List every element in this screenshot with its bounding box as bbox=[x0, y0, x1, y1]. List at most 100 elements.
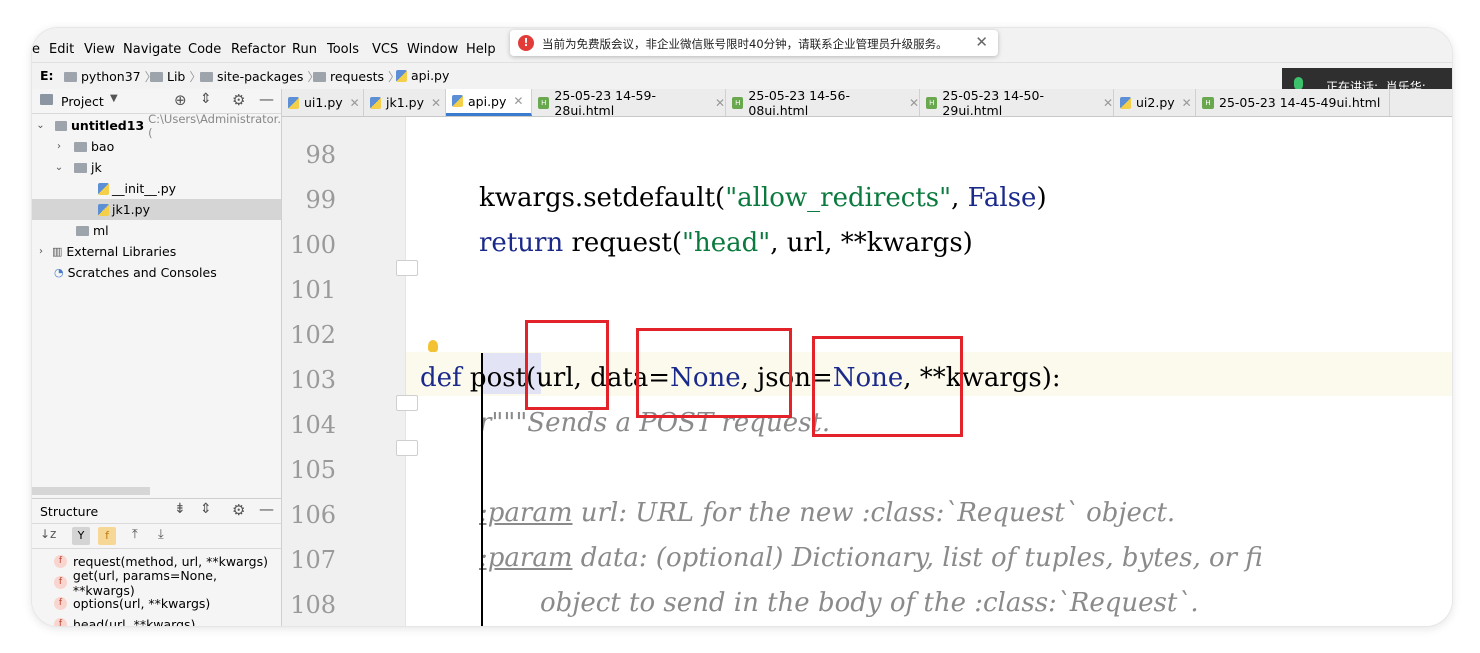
tree-item-external-libraries[interactable]: › ▥ External Libraries bbox=[32, 241, 281, 262]
chevron-right-icon[interactable]: › bbox=[34, 246, 48, 257]
tab-html-145608[interactable]: H 25-05-23 14-56-08ui.html ✕ bbox=[726, 88, 920, 118]
python-file-icon bbox=[288, 96, 299, 109]
code-line-100: return request("head", url, **kwargs) bbox=[479, 228, 973, 258]
tree-item-jk1-py[interactable]: jk1.py bbox=[32, 199, 281, 220]
html-file-icon: H bbox=[1202, 96, 1214, 109]
function-icon: f bbox=[54, 576, 67, 589]
minimize-icon[interactable]: — bbox=[259, 90, 274, 108]
gear-icon[interactable]: ⚙ bbox=[232, 501, 245, 519]
editor-tabs: ui1.py ✕ jk1.py ✕ api.py ✕ H 25-05-23 14-59-… bbox=[282, 88, 1452, 118]
menu-navigate[interactable]: Navigate bbox=[123, 42, 181, 57]
structure-panel-header: Structure ⇟ ⇕ ⚙ — bbox=[32, 499, 281, 524]
code-line-107: :param data: (optional) Dictionary, list… bbox=[479, 543, 1263, 573]
fold-marker-icon[interactable] bbox=[396, 440, 418, 456]
close-icon[interactable]: ✕ bbox=[431, 96, 441, 110]
text-caret bbox=[481, 353, 483, 626]
minimize-icon[interactable]: — bbox=[259, 500, 274, 518]
meeting-notice-toast: ! 当前为免费版会议，非企业微信账号限时40分钟，请联系企业管理员升级服务。 ✕ bbox=[510, 30, 998, 56]
code-editor[interactable]: 98 99 100 101 102 103 104 105 106 107 10… bbox=[282, 117, 1452, 626]
collapse-all-icon[interactable]: ⇕ bbox=[200, 501, 212, 517]
close-icon[interactable]: ✕ bbox=[909, 96, 919, 110]
line-number: 102 bbox=[290, 321, 336, 349]
fold-marker-icon[interactable] bbox=[396, 260, 418, 276]
close-icon[interactable]: ✕ bbox=[513, 94, 523, 108]
fold-marker-icon[interactable] bbox=[396, 395, 418, 411]
structure-item[interactable]: f head(url, **kwargs) bbox=[54, 614, 195, 626]
chevron-right-icon[interactable]: › bbox=[52, 141, 66, 152]
tab-jk1-py[interactable]: jk1.py ✕ bbox=[364, 89, 446, 116]
tree-item-init-py[interactable]: __init__.py bbox=[32, 178, 281, 199]
menu-vcs[interactable]: VCS bbox=[372, 42, 398, 57]
tab-ui1-py[interactable]: ui1.py ✕ bbox=[282, 89, 364, 116]
menu-help[interactable]: Help bbox=[466, 42, 496, 57]
project-icon bbox=[40, 94, 53, 105]
scratches-icon: ◔ bbox=[54, 266, 64, 279]
python-file-icon bbox=[396, 69, 407, 82]
tab-html-145029[interactable]: H 25-05-23 14-50-29ui.html ✕ bbox=[920, 88, 1114, 118]
tree-item-bao[interactable]: › bao bbox=[32, 136, 281, 157]
gear-icon[interactable]: ⚙ bbox=[232, 91, 245, 109]
chevron-down-icon[interactable]: ⌄ bbox=[52, 162, 66, 173]
folder-icon bbox=[313, 71, 326, 82]
python-file-icon bbox=[98, 182, 109, 195]
menu-tools[interactable]: Tools bbox=[327, 42, 359, 57]
chevron-down-icon[interactable]: ⌄ bbox=[34, 120, 47, 131]
library-icon: ▥ bbox=[52, 245, 63, 258]
show-fields-icon[interactable]: f bbox=[98, 527, 116, 545]
project-view-selector[interactable]: Project bbox=[61, 94, 104, 109]
menu-edit[interactable]: Edit bbox=[49, 42, 74, 57]
line-number: 106 bbox=[290, 501, 336, 529]
menu-run[interactable]: Run bbox=[292, 42, 317, 57]
code-line-108: object to send in the body of the :class… bbox=[540, 588, 1199, 618]
structure-item[interactable]: f get(url, params=None, **kwargs) bbox=[54, 568, 281, 598]
locate-icon[interactable]: ⊕ bbox=[174, 91, 187, 109]
line-number: 103 bbox=[290, 366, 336, 394]
breadcrumb: E: python37〉 Lib〉 site-packages〉 request… bbox=[32, 62, 1452, 90]
menu-window[interactable]: Window bbox=[407, 42, 458, 57]
tree-item-scratches[interactable]: ◔ Scratches and Consoles bbox=[32, 262, 281, 283]
breadcrumb-lib[interactable]: Lib 〉 bbox=[150, 68, 201, 85]
lightbulb-icon[interactable] bbox=[428, 340, 438, 352]
menu-code[interactable]: Code bbox=[188, 42, 221, 57]
tab-html-144549[interactable]: H 25-05-23 14-45-49ui.html bbox=[1196, 89, 1390, 116]
folder-icon bbox=[74, 162, 87, 173]
tree-item-ml[interactable]: ml bbox=[32, 220, 281, 241]
sort-alpha-icon[interactable]: ↓z bbox=[40, 527, 56, 541]
tree-item-untitled13[interactable]: ⌄ untitled13 C:\Users\Administrator.( bbox=[32, 112, 281, 140]
breadcrumb-requests[interactable]: requests 〉 bbox=[313, 68, 400, 85]
line-number: 100 bbox=[290, 231, 336, 259]
close-icon[interactable]: ✕ bbox=[1182, 96, 1192, 110]
folder-icon bbox=[54, 120, 68, 131]
tree-item-jk[interactable]: ⌄ jk bbox=[32, 157, 281, 178]
menu-bar: e Edit View Navigate Code Refactor Run T… bbox=[32, 28, 1452, 62]
close-icon[interactable]: ✕ bbox=[1103, 96, 1113, 110]
menu-refactor[interactable]: Refactor bbox=[231, 42, 286, 57]
line-number: 105 bbox=[290, 456, 336, 484]
close-icon[interactable]: ✕ bbox=[715, 96, 725, 110]
menu-file[interactable]: e bbox=[32, 42, 40, 57]
folder-icon bbox=[76, 225, 89, 236]
menu-view[interactable]: View bbox=[84, 42, 115, 57]
collapse-all-icon[interactable]: ⇕ bbox=[200, 91, 212, 107]
folder-icon bbox=[150, 71, 163, 82]
filter-icon[interactable]: Y bbox=[72, 527, 90, 545]
expand-all-icon[interactable]: ⇟ bbox=[174, 501, 186, 517]
structure-item[interactable]: f options(url, **kwargs) bbox=[54, 593, 210, 614]
breadcrumb-api-py[interactable]: api.py bbox=[396, 68, 449, 83]
close-icon[interactable]: ✕ bbox=[350, 96, 360, 110]
folder-icon bbox=[200, 71, 213, 82]
python-file-icon bbox=[1120, 96, 1131, 109]
function-icon: f bbox=[54, 597, 67, 610]
breadcrumb-drive[interactable]: E: bbox=[40, 68, 54, 83]
close-icon[interactable]: ✕ bbox=[975, 33, 988, 51]
breadcrumb-site-packages[interactable]: site-packages〉 bbox=[200, 68, 319, 85]
tab-api-py[interactable]: api.py ✕ bbox=[446, 89, 532, 116]
horizontal-scrollbar[interactable] bbox=[32, 487, 150, 495]
tab-html-145928[interactable]: H 25-05-23 14-59-28ui.html ✕ bbox=[532, 88, 726, 118]
python-file-icon bbox=[98, 203, 109, 216]
autoscroll-from-source-icon[interactable]: ⤓ bbox=[158, 527, 164, 542]
autoscroll-to-source-icon[interactable]: ⤒ bbox=[132, 527, 138, 542]
tab-ui2-py[interactable]: ui2.py ✕ bbox=[1114, 89, 1196, 116]
chevron-down-icon[interactable]: ▼ bbox=[110, 93, 118, 104]
breadcrumb-python37[interactable]: python37〉 bbox=[64, 68, 157, 85]
